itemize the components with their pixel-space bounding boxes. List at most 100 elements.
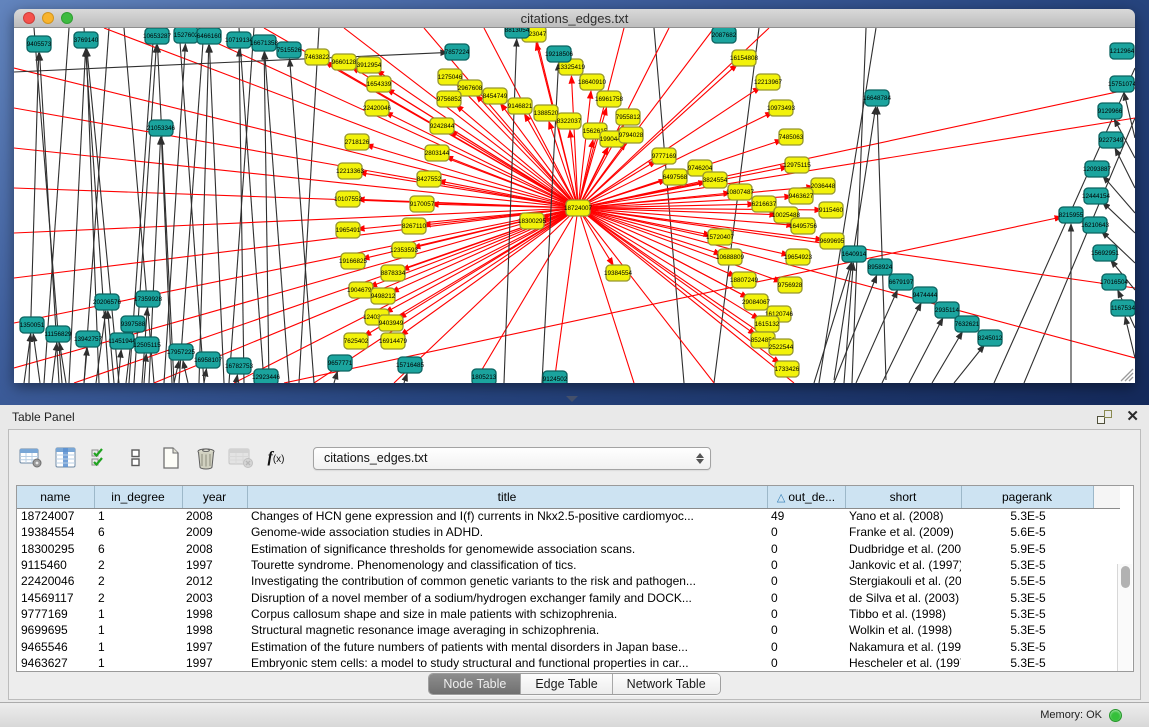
graph-node[interactable]: 8322037 bbox=[557, 113, 582, 129]
graph-node[interactable]: 8215955 bbox=[1059, 207, 1084, 223]
graph-node[interactable]: 9146821 bbox=[508, 98, 533, 114]
splitter-handle-icon[interactable] bbox=[566, 396, 578, 402]
graph-node[interactable]: 19654923 bbox=[784, 249, 813, 265]
graph-node[interactable]: 16914479 bbox=[379, 333, 408, 349]
graph-node[interactable]: 1212964 bbox=[1110, 43, 1135, 59]
show-columns-icon[interactable] bbox=[50, 443, 82, 473]
close-panel-icon[interactable]: ✕ bbox=[1126, 410, 1139, 424]
column-header-in_degree[interactable]: in_degree bbox=[94, 486, 182, 508]
table-row[interactable]: 1456911722003Disruption of a novel membe… bbox=[17, 589, 1120, 605]
function-builder-icon[interactable]: f(x) bbox=[260, 443, 292, 473]
graph-node[interactable]: 9129966 bbox=[1098, 103, 1123, 119]
column-header-short[interactable]: short bbox=[845, 486, 961, 508]
graph-node[interactable]: 1805213 bbox=[472, 369, 497, 383]
tab-edge-table[interactable]: Edge Table bbox=[521, 674, 612, 694]
graph-node[interactable]: 9242844 bbox=[430, 118, 455, 134]
new-column-icon[interactable] bbox=[155, 443, 187, 473]
graph-node[interactable]: 7955812 bbox=[616, 109, 641, 125]
graph-node[interactable]: 9403949 bbox=[379, 315, 404, 331]
graph-node[interactable]: 13942757 bbox=[74, 331, 103, 347]
graph-node[interactable]: 8454749 bbox=[483, 88, 508, 104]
graph-node[interactable]: 3769140 bbox=[74, 32, 99, 48]
graph-node[interactable]: 10973493 bbox=[767, 100, 796, 116]
row-height-icon[interactable] bbox=[120, 443, 152, 473]
graph-node[interactable]: 22420046 bbox=[363, 100, 392, 116]
graph-node[interactable]: 8267110 bbox=[402, 218, 427, 234]
table-row[interactable]: 969969511998Structural magnetic resonanc… bbox=[17, 622, 1120, 638]
graph-node[interactable]: 8878334 bbox=[381, 265, 406, 281]
graph-node[interactable]: 21053346 bbox=[147, 120, 176, 136]
graph-node[interactable]: 10688809 bbox=[716, 249, 745, 265]
graph-node[interactable]: 15692951 bbox=[1091, 245, 1120, 261]
graph-node[interactable]: 19384554 bbox=[604, 265, 633, 281]
graph-node[interactable]: 2935114 bbox=[935, 302, 960, 318]
graph-node[interactable]: 9699695 bbox=[820, 233, 845, 249]
network-view[interactable]: 1872400718300295193845547463822966012839… bbox=[14, 28, 1135, 383]
graph-node[interactable]: 8958924 bbox=[868, 259, 893, 275]
graph-node[interactable]: 16154808 bbox=[730, 50, 759, 66]
graph-node[interactable]: 9756928 bbox=[778, 277, 803, 293]
table-selector-dropdown[interactable]: citations_edges.txt bbox=[313, 447, 711, 470]
table-row[interactable]: 1830029562008Estimation of significance … bbox=[17, 541, 1120, 557]
column-header-title[interactable]: title bbox=[247, 486, 767, 508]
graph-node[interactable]: 1615132 bbox=[755, 316, 780, 332]
graph-node[interactable]: 9227349 bbox=[1099, 132, 1124, 148]
graph-node[interactable]: 9756852 bbox=[437, 91, 462, 107]
graph-node[interactable]: 11451944 bbox=[108, 333, 136, 349]
column-header-year[interactable]: year bbox=[182, 486, 247, 508]
graph-node[interactable]: 9115460 bbox=[819, 202, 844, 218]
select-attributes-icon[interactable] bbox=[85, 443, 117, 473]
graph-node[interactable]: 3824554 bbox=[703, 172, 728, 188]
graph-node[interactable]: 10653287 bbox=[143, 28, 172, 44]
graph-node[interactable]: 17359928 bbox=[134, 291, 163, 307]
column-header-pagerank[interactable]: pagerank bbox=[961, 486, 1093, 508]
graph-node[interactable]: 12213967 bbox=[754, 74, 783, 90]
graph-node[interactable]: 7625402 bbox=[344, 333, 369, 349]
graph-node[interactable]: 2522544 bbox=[769, 339, 794, 355]
graph-node[interactable]: 6497568 bbox=[663, 169, 688, 185]
delete-column-icon[interactable] bbox=[190, 443, 222, 473]
graph-node[interactable]: 12093887 bbox=[1083, 161, 1112, 177]
graph-node[interactable]: 1527602 bbox=[174, 28, 199, 43]
graph-node[interactable]: 2087682 bbox=[712, 28, 737, 43]
graph-node[interactable]: 8813054 bbox=[505, 28, 530, 38]
graph-node[interactable]: 6216637 bbox=[752, 196, 777, 212]
table-row[interactable]: 946554611997Estimation of the future num… bbox=[17, 638, 1120, 654]
graph-node[interactable]: 9794028 bbox=[619, 127, 644, 143]
graph-node[interactable]: 16961758 bbox=[595, 91, 624, 107]
graph-node[interactable]: 9657771 bbox=[328, 355, 353, 371]
graph-node[interactable]: 2803144 bbox=[425, 145, 450, 161]
graph-node[interactable]: 12444154 bbox=[1082, 188, 1111, 204]
tab-network-table[interactable]: Network Table bbox=[613, 674, 720, 694]
graph-node[interactable]: 6679197 bbox=[889, 274, 914, 290]
graph-node[interactable]: 16648784 bbox=[863, 90, 892, 106]
graph-node[interactable]: 9777169 bbox=[652, 148, 677, 164]
graph-node[interactable]: 9397588 bbox=[121, 316, 146, 332]
graph-node[interactable]: 6466160 bbox=[197, 28, 222, 44]
graph-node[interactable]: 9405573 bbox=[27, 36, 52, 52]
graph-node[interactable]: 16671358 bbox=[250, 35, 279, 51]
column-header-name[interactable]: name bbox=[17, 486, 94, 508]
graph-node[interactable]: 11156829 bbox=[44, 326, 72, 342]
graph-node[interactable]: 7857224 bbox=[445, 44, 470, 60]
graph-node[interactable]: 17957225 bbox=[167, 344, 196, 360]
graph-node[interactable]: 7463822 bbox=[305, 49, 330, 65]
graph-node[interactable]: 18807249 bbox=[730, 272, 759, 288]
graph-node[interactable]: 15716485 bbox=[396, 357, 425, 373]
graph-node[interactable]: 19218506 bbox=[545, 46, 574, 62]
graph-node[interactable]: 9170057 bbox=[410, 196, 435, 212]
graph-node[interactable]: 19166825 bbox=[339, 253, 368, 269]
graph-node[interactable]: 8245012 bbox=[978, 330, 1003, 346]
graph-node[interactable]: 12353593 bbox=[390, 242, 419, 258]
graph-node[interactable]: 10107552 bbox=[334, 191, 363, 207]
graph-node[interactable]: 16958107 bbox=[194, 352, 223, 368]
graph-node[interactable]: 9124502 bbox=[543, 371, 568, 383]
window-titlebar[interactable]: citations_edges.txt bbox=[14, 9, 1135, 28]
graph-node[interactable]: 18300295 bbox=[518, 213, 547, 229]
graph-node[interactable]: 7632621 bbox=[955, 316, 980, 332]
graph-node[interactable]: 9498212 bbox=[371, 288, 396, 304]
graph-node[interactable]: 1640914 bbox=[842, 246, 867, 262]
column-header-out_degree[interactable]: △out_de... bbox=[767, 486, 845, 508]
resize-grip-icon[interactable] bbox=[1118, 366, 1134, 382]
table-row[interactable]: 2242004622012Investigating the contribut… bbox=[17, 573, 1120, 589]
